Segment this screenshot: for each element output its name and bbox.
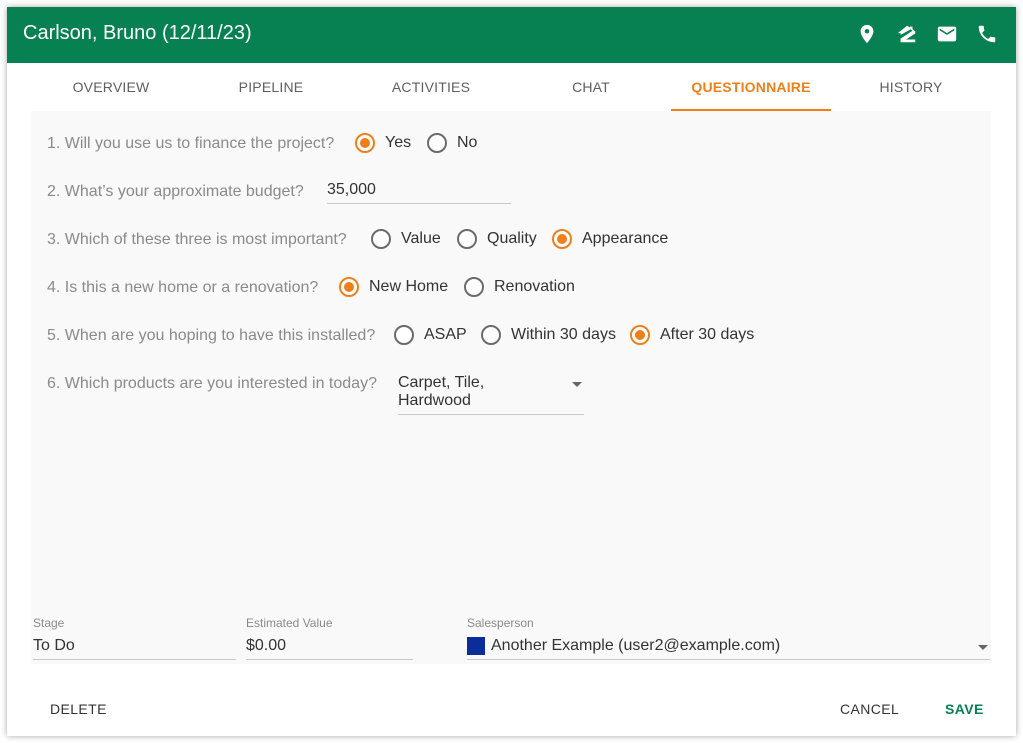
tab-pipeline[interactable]: PIPELINE bbox=[191, 63, 351, 111]
save-button[interactable]: SAVE bbox=[945, 701, 984, 717]
option-label: Quality bbox=[487, 230, 537, 247]
option-label: Within 30 days bbox=[511, 326, 616, 343]
option-label: Appearance bbox=[582, 230, 669, 247]
tab-chat[interactable]: CHAT bbox=[511, 63, 671, 111]
stage-field[interactable]: To Do bbox=[33, 637, 236, 660]
chevron-down-icon bbox=[572, 382, 582, 387]
radio-unselected[interactable] bbox=[481, 325, 501, 345]
budget-input[interactable]: 35,000 bbox=[327, 181, 511, 204]
radio-selected[interactable] bbox=[339, 277, 359, 297]
location-pin-icon[interactable] bbox=[856, 23, 878, 45]
phone-icon[interactable] bbox=[976, 23, 998, 45]
question-5-label: 5. When are you hoping to have this inst… bbox=[47, 327, 376, 344]
zillow-icon[interactable] bbox=[896, 23, 918, 45]
tab-questionnaire[interactable]: QUESTIONNAIRE bbox=[671, 63, 831, 111]
questionnaire-panel: 1. Will you use us to finance the projec… bbox=[31, 111, 991, 664]
q1-option-no[interactable]: No bbox=[427, 133, 477, 153]
question-1-label: 1. Will you use us to finance the projec… bbox=[47, 135, 335, 152]
salesperson-select-value: Another Example (user2@example.com) bbox=[491, 637, 781, 654]
radio-unselected[interactable] bbox=[371, 229, 391, 249]
radio-selected[interactable] bbox=[552, 229, 572, 249]
delete-button[interactable]: DELETE bbox=[50, 701, 107, 717]
radio-unselected[interactable] bbox=[427, 133, 447, 153]
question-2-label: 2. What’s your approximate budget? bbox=[47, 183, 304, 200]
dialog-header: Carlson, Bruno (12/11/23) bbox=[7, 7, 1016, 63]
estimated-value-field[interactable]: $0.00 bbox=[246, 637, 413, 660]
tab-bar: OVERVIEW PIPELINE ACTIVITIES CHAT QUESTI… bbox=[31, 63, 991, 111]
q3-option-quality[interactable]: Quality bbox=[457, 229, 537, 249]
option-label: Yes bbox=[385, 134, 412, 151]
q5-option-asap[interactable]: ASAP bbox=[394, 325, 467, 345]
q5-option-within-30-days[interactable]: Within 30 days bbox=[481, 325, 616, 345]
radio-selected[interactable] bbox=[355, 133, 375, 153]
radio-unselected[interactable] bbox=[464, 277, 484, 297]
tab-activities[interactable]: ACTIVITIES bbox=[351, 63, 511, 111]
q4-option-new-home[interactable]: New Home bbox=[339, 277, 448, 297]
salesperson-color-swatch bbox=[467, 637, 485, 655]
q1-option-yes[interactable]: Yes bbox=[355, 133, 411, 153]
tab-overview[interactable]: OVERVIEW bbox=[31, 63, 191, 111]
option-label: Renovation bbox=[494, 278, 575, 295]
question-6-label: 6. Which products are you interested in … bbox=[47, 375, 377, 392]
chevron-down-icon bbox=[978, 645, 988, 650]
q5-option-after-30-days[interactable]: After 30 days bbox=[630, 325, 754, 345]
estimated-value-label: Estimated Value bbox=[246, 616, 333, 630]
dialog-title: Carlson, Bruno (12/11/23) bbox=[23, 22, 252, 44]
radio-unselected[interactable] bbox=[394, 325, 414, 345]
radio-selected[interactable] bbox=[630, 325, 650, 345]
q3-option-appearance[interactable]: Appearance bbox=[552, 229, 668, 249]
option-label: No bbox=[457, 134, 478, 151]
products-select-value: Carpet, Tile, Hardwood bbox=[398, 374, 485, 409]
option-label: ASAP bbox=[424, 326, 467, 343]
salesperson-label: Salesperson bbox=[467, 616, 534, 630]
question-3-label: 3. Which of these three is most importan… bbox=[47, 231, 347, 248]
q4-option-renovation[interactable]: Renovation bbox=[464, 277, 575, 297]
lead-dialog: Carlson, Bruno (12/11/23) OVERVIEW PIPEL… bbox=[7, 7, 1016, 736]
question-4-label: 4. Is this a new home or a renovation? bbox=[47, 279, 319, 296]
tab-history[interactable]: HISTORY bbox=[831, 63, 991, 111]
mail-icon[interactable] bbox=[936, 23, 958, 45]
cancel-button[interactable]: CANCEL bbox=[840, 701, 899, 717]
stage-label: Stage bbox=[33, 616, 65, 630]
salesperson-select[interactable]: Another Example (user2@example.com) bbox=[467, 637, 990, 660]
header-actions bbox=[856, 23, 998, 45]
option-label: Value bbox=[401, 230, 441, 247]
option-label: New Home bbox=[369, 278, 449, 295]
radio-unselected[interactable] bbox=[457, 229, 477, 249]
products-select[interactable]: Carpet, Tile, Hardwood bbox=[398, 374, 584, 415]
option-label: After 30 days bbox=[660, 326, 755, 343]
q3-option-value[interactable]: Value bbox=[371, 229, 441, 249]
